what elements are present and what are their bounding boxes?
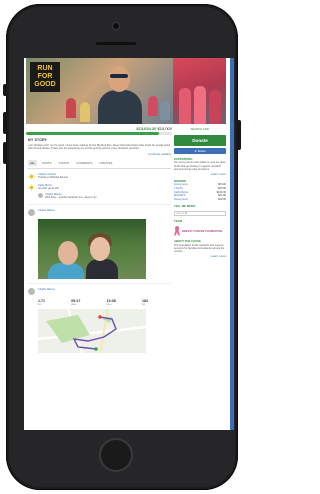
post-text: Thanks to Michael Renner: [38, 176, 69, 180]
person-face: [58, 240, 78, 265]
crowd-figure: [194, 86, 206, 124]
tab-all[interactable]: ALL: [28, 159, 37, 166]
fundraising-progress: $13,654.20 $15,000: [26, 126, 172, 135]
route-map[interactable]: [38, 308, 146, 353]
post-author[interactable]: Charlie Mance: [38, 288, 55, 295]
comment-row: Charlie Mance Well done - another fantas…: [38, 192, 171, 200]
supporting-box: SUPPORTING For every person who walks or…: [174, 157, 226, 176]
read-more-link[interactable]: Continue reading: [28, 152, 171, 156]
feed-post: Kathy Byrne Go well, great job!: [28, 184, 171, 191]
team-box: TEAM BREAST CANCER FOUNDATION: [174, 218, 226, 237]
screen: RUN FOR GOOD $13,654.20 $15,000 MY STORY…: [24, 58, 234, 430]
story-heading: MY STORY: [28, 138, 48, 142]
comment-body: Charlie Mance Well done - another fantas…: [45, 193, 97, 200]
avatar: [28, 208, 35, 216]
search-link[interactable]: SEARCH LINK: [174, 127, 226, 131]
crowd-figure: [209, 90, 221, 124]
post-text: Go well, great job!: [38, 187, 59, 191]
sun-icon: [28, 173, 35, 180]
sunglasses: [110, 74, 128, 78]
post-photo[interactable]: [38, 218, 146, 279]
person-face: [90, 236, 110, 261]
divider: [28, 282, 171, 284]
activity-stats: 1.71 km 09:27 pace 16:08 time 183 cal: [38, 299, 148, 306]
charity-logo[interactable]: BREAST CANCER FOUNDATION: [174, 226, 226, 237]
mute-switch: [3, 84, 7, 96]
hero-banner: RUN FOR GOOD: [26, 58, 226, 124]
amount-goal: $15,000: [157, 126, 172, 131]
activity-post-header: Charlie Mance: [28, 287, 171, 295]
photo-post-header: Charlie Mance: [28, 208, 171, 216]
tab-posts[interactable]: POSTS: [40, 160, 53, 166]
stat-calories: 183 cal: [141, 298, 148, 306]
share-button[interactable]: ➤ Share: [174, 148, 226, 154]
sidebar: SEARCH LINK Donate ➤ Share SUPPORTING Fo…: [174, 126, 226, 258]
campaign-logo: RUN FOR GOOD: [30, 62, 60, 92]
about-cause-text: Our foundation funds research and suppor…: [174, 243, 225, 254]
main-content: MY STORY I am Charles and I run for good…: [28, 138, 171, 353]
pink-ribbon-icon: [174, 226, 180, 237]
volume-up-button: [3, 112, 7, 134]
share-icon: ➤: [194, 149, 197, 153]
route-end-marker: [94, 346, 98, 351]
amount-raised: $13,654.20: [136, 126, 157, 131]
donor-row[interactable]: Anonymous $40.00: [174, 198, 226, 202]
earpiece-speaker: [96, 42, 136, 45]
divider: [28, 203, 171, 205]
stat-pace: 09:27 pace: [71, 298, 81, 306]
post-author[interactable]: Charlie Mance: [38, 209, 55, 216]
about-cause-link[interactable]: Learn more: [174, 254, 226, 258]
avatar: [38, 192, 43, 198]
runner-face: [108, 66, 130, 92]
tell-me-box: TELL ME WHEN Your email: [174, 204, 226, 216]
stat-distance: 1.71 km: [38, 298, 45, 306]
supporting-text: For every person who walks or runs we ra…: [174, 161, 226, 172]
crowd-figure: [66, 98, 76, 118]
route-map-drawing: [38, 308, 146, 353]
email-field[interactable]: Your email: [174, 210, 226, 216]
crowd-figure: [179, 88, 191, 124]
team-heading: TEAM: [174, 218, 182, 223]
comment-text: Well done - another fantastic run - keep…: [45, 196, 97, 200]
post-body: Charles Carson Thanks to Michael Renner: [38, 173, 68, 180]
avatar: [28, 287, 35, 295]
feed-tabs: ALL POSTS STATUS COMMENTS UPDATES: [28, 159, 171, 169]
share-label: Share: [197, 149, 206, 153]
hero-side-image: [173, 58, 226, 124]
tab-comments[interactable]: COMMENTS: [74, 160, 94, 166]
donate-button[interactable]: Donate: [174, 135, 226, 146]
supporting-link[interactable]: Learn more: [174, 172, 226, 176]
amount-raised-vs-goal: $13,654.20 $15,000: [26, 126, 172, 131]
front-camera: [112, 22, 120, 30]
post-body: Kathy Byrne Go well, great job!: [38, 184, 59, 191]
crowd-figure: [80, 102, 90, 122]
home-button[interactable]: [99, 438, 133, 472]
hero-main-image: RUN FOR GOOD: [26, 58, 173, 124]
tell-me-heading: TELL ME WHEN: [174, 204, 196, 209]
story-text: I am Charles and I run for good. I have …: [28, 144, 171, 151]
progress-bar: [26, 132, 172, 135]
feed-post: Charles Carson Thanks to Michael Renner: [28, 173, 171, 180]
tab-status[interactable]: STATUS: [56, 160, 71, 166]
crowd-figure: [148, 96, 158, 116]
power-button: [237, 120, 241, 150]
crowd-figure: [160, 100, 170, 120]
stat-time: 16:08 time: [106, 298, 116, 306]
scrollbar-edge[interactable]: [230, 58, 234, 430]
progress-bar-fill: [26, 132, 159, 135]
charity-name: BREAST CANCER FOUNDATION: [182, 229, 223, 233]
volume-down-button: [3, 142, 7, 164]
about-cause-box: ABOUT THE CAUSE Our foundation funds res…: [174, 239, 226, 258]
person-shirt: [48, 262, 84, 279]
tab-updates[interactable]: UPDATES: [97, 160, 114, 166]
route-start-marker: [98, 314, 102, 319]
person-shirt: [86, 258, 118, 279]
sun-icon: [28, 184, 35, 191]
donors-box: DONORS Anonymous $50.00 J Smith $25.00 Kat…: [174, 179, 226, 202]
runner-body: [98, 90, 142, 124]
